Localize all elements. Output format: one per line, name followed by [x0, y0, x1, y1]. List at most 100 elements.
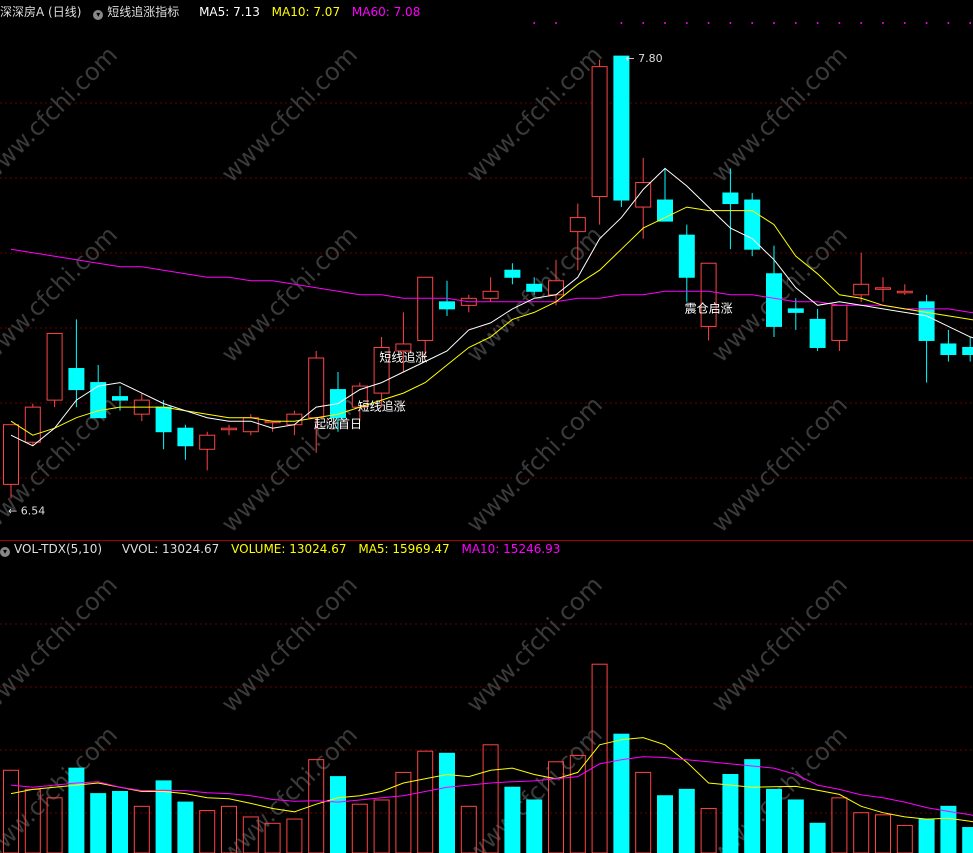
signal-label: 短线追涨	[358, 399, 406, 414]
candle-body	[875, 287, 891, 290]
volume-bar	[613, 733, 630, 853]
candle	[373, 336, 390, 408]
signal-label: 起涨首日	[314, 416, 362, 431]
candle-body	[918, 301, 935, 341]
volume-indicator-label[interactable]: ▾ VOL-TDX(5,10)	[0, 542, 110, 557]
candle-body	[24, 406, 41, 443]
candle-body	[308, 357, 325, 419]
candle-body	[722, 192, 739, 205]
watermark: www.cfchi.com www.cfchi.com www.cfchi.com w…	[0, 41, 853, 853]
candle-body	[242, 417, 259, 433]
candle	[744, 193, 761, 257]
candle-body	[766, 273, 782, 327]
marker-dot	[903, 22, 906, 24]
volume-bar	[591, 663, 608, 853]
volume-bar	[722, 774, 739, 853]
volume-bar	[526, 799, 543, 853]
volume-bar	[896, 824, 913, 853]
marker-dot	[620, 22, 623, 24]
volume-bar	[112, 790, 128, 853]
ma60-value: MA60: 7.08	[351, 5, 421, 19]
vol-ma10-value: MA10: 15246.93	[461, 542, 561, 556]
volume-bar	[330, 776, 346, 853]
marker-dot	[642, 22, 645, 24]
candle	[177, 424, 194, 460]
volume-bar	[787, 799, 804, 853]
candle-body	[613, 55, 630, 201]
candle-body	[199, 434, 216, 450]
marker-dot	[685, 22, 688, 24]
watermark-text: www.cfchi.com	[216, 41, 363, 188]
candle	[678, 224, 695, 302]
marker-dot	[729, 22, 732, 24]
stock-title[interactable]: 深深房A (日线)	[0, 5, 81, 19]
volume-bar	[657, 795, 673, 853]
stock-chart-canvas: www.cfchi.com www.cfchi.com www.cfchi.com w…	[0, 22, 973, 853]
marker-dot	[860, 22, 863, 24]
high-price-label: ← 7.80	[625, 52, 662, 65]
candle-body	[3, 424, 19, 485]
indicator-label[interactable]: ▾ 短线追涨指标	[93, 5, 187, 20]
candle	[787, 298, 804, 330]
candle-body	[68, 368, 85, 391]
marker-dot	[882, 22, 884, 24]
watermark-text: www.cfchi.com	[216, 571, 363, 718]
low-price-label: ← 6.54	[8, 504, 45, 517]
volume-settings-icon[interactable]: ▾	[0, 547, 10, 557]
volume-bar	[831, 797, 848, 853]
volume-bar	[635, 771, 652, 853]
candle-body	[46, 332, 63, 401]
candle-body	[482, 290, 499, 299]
candle	[809, 308, 826, 351]
watermark-text: www.cfchi.com	[706, 571, 853, 718]
indicator-settings-icon[interactable]: ▾	[93, 10, 104, 20]
candle	[657, 168, 673, 222]
candle	[221, 424, 237, 436]
volume-bar	[177, 801, 194, 853]
watermark-text: www.cfchi.com	[461, 571, 608, 718]
candle	[199, 431, 216, 471]
volume-bar	[744, 759, 761, 853]
volume-bar	[875, 814, 891, 853]
candle-body	[853, 283, 870, 296]
candle-body	[831, 304, 848, 341]
candle-body	[896, 290, 913, 294]
price-chart-header: 深深房A (日线) ▾ 短线追涨指标 MA5: 7.13 MA10: 7.07 M…	[0, 2, 428, 22]
candle	[613, 55, 630, 208]
candle-body	[526, 283, 543, 292]
volume-bar	[199, 810, 216, 853]
volume-bar	[853, 812, 870, 853]
marker-dot	[816, 22, 819, 24]
candle	[896, 284, 913, 295]
candle	[591, 59, 608, 225]
marker-dot	[751, 22, 754, 24]
candle-body	[177, 427, 194, 447]
candle-body	[962, 346, 973, 355]
marker-dot	[773, 22, 775, 24]
marker-dot	[533, 22, 536, 24]
signal-label: 短线追涨	[379, 350, 427, 365]
ma5-value: MA5: 7.13	[199, 5, 260, 19]
marker-dot	[969, 22, 972, 24]
volume-bar	[962, 827, 973, 853]
candle	[417, 276, 434, 358]
volume-bar	[286, 818, 303, 853]
volume-bar	[351, 803, 368, 853]
volume-bar	[940, 805, 957, 853]
vvol-value: VVOL: 13024.67	[121, 542, 220, 556]
candle-body	[787, 308, 804, 313]
candle	[68, 319, 85, 408]
volume-bar	[766, 788, 782, 853]
volume-bar	[918, 818, 935, 853]
candle-body	[591, 66, 608, 198]
marker-dot	[794, 22, 797, 24]
volume-bar	[68, 767, 85, 853]
watermark-text: www.cfchi.com	[0, 571, 123, 718]
candle-body	[112, 396, 128, 401]
candle-body	[504, 269, 521, 278]
marker-dot	[664, 22, 666, 24]
candle-body	[940, 343, 957, 355]
volume-bar	[90, 793, 107, 853]
candle-body	[678, 234, 695, 278]
watermark-text: www.cfchi.com	[461, 41, 608, 188]
